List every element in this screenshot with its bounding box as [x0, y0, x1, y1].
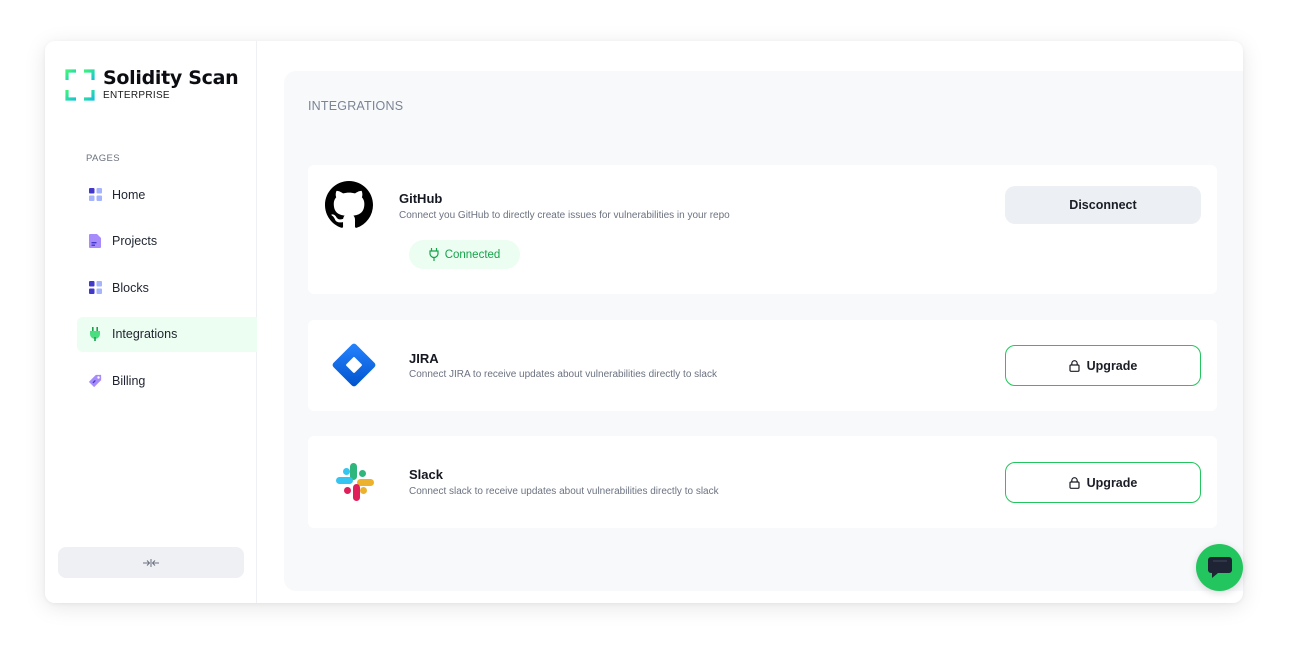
sidebar-item-blocks[interactable]: Blocks	[77, 270, 257, 305]
sidebar-item-label: Blocks	[112, 280, 149, 295]
lock-icon	[1069, 359, 1080, 372]
sidebar-item-home[interactable]: Home	[77, 177, 257, 212]
scan-frame-icon	[65, 69, 95, 101]
pages-section-label: PAGES	[86, 153, 121, 164]
integration-description: Connect you GitHub to directly create is…	[399, 210, 730, 221]
logo[interactable]: Solidity Scan ENTERPRISE	[65, 67, 239, 101]
document-icon	[88, 234, 102, 248]
upgrade-label: Upgrade	[1086, 358, 1138, 373]
tag-icon	[88, 374, 102, 388]
sidebar-item-label: Integrations	[112, 327, 178, 341]
github-icon	[325, 181, 373, 228]
status-badge: Connected	[409, 240, 520, 269]
integration-description: Connect slack to receive updates about v…	[409, 486, 719, 497]
collapse-sidebar-button[interactable]	[58, 547, 244, 578]
jira-icon	[332, 343, 376, 387]
plug-icon	[429, 248, 439, 261]
status-text: Connected	[444, 248, 501, 261]
sidebar-nav: Home Projects Blocks Integrations Billin…	[77, 177, 257, 410]
sidebar-item-label: Billing	[112, 373, 146, 388]
page-title: INTEGRATIONS	[308, 99, 404, 113]
upgrade-label: Upgrade	[1086, 475, 1138, 490]
upgrade-button[interactable]: Upgrade	[1005, 345, 1201, 386]
integration-description: Connect JIRA to receive updates about vu…	[409, 369, 717, 380]
integration-card-github: GitHub Connect you GitHub to directly cr…	[308, 165, 1217, 294]
sidebar: Solidity Scan ENTERPRISE PAGES Home Proj…	[45, 41, 257, 603]
chat-button[interactable]	[1196, 544, 1243, 591]
sidebar-item-label: Home	[112, 187, 146, 202]
sidebar-item-integrations[interactable]: Integrations	[77, 316, 257, 352]
slack-icon	[336, 463, 374, 501]
lock-icon	[1069, 476, 1080, 489]
integration-card-slack: Slack Connect slack to receive updates a…	[308, 436, 1217, 528]
brand-tier: ENTERPRISE	[103, 90, 170, 101]
integration-name: Slack	[409, 467, 443, 482]
integration-name: GitHub	[399, 191, 443, 206]
upgrade-button[interactable]: Upgrade	[1005, 462, 1201, 503]
integration-name: JIRA	[409, 351, 439, 366]
sidebar-item-projects[interactable]: Projects	[77, 224, 257, 259]
app-window: Solidity Scan ENTERPRISE PAGES Home Proj…	[45, 41, 1243, 603]
grid-icon	[88, 281, 102, 295]
main-content: INTEGRATIONS GitHub Connect you GitHub t…	[284, 71, 1243, 591]
sidebar-item-label: Projects	[112, 234, 158, 248]
grid-icon	[88, 188, 102, 202]
plug-icon	[88, 327, 102, 341]
disconnect-button[interactable]: Disconnect	[1005, 186, 1201, 224]
chat-bubble-icon	[1207, 556, 1232, 578]
brand-name: Solidity Scan	[103, 67, 239, 89]
collapse-arrows-icon	[143, 558, 159, 567]
sidebar-item-billing[interactable]: Billing	[77, 363, 257, 398]
integration-card-jira: JIRA Connect JIRA to receive updates abo…	[308, 320, 1217, 411]
